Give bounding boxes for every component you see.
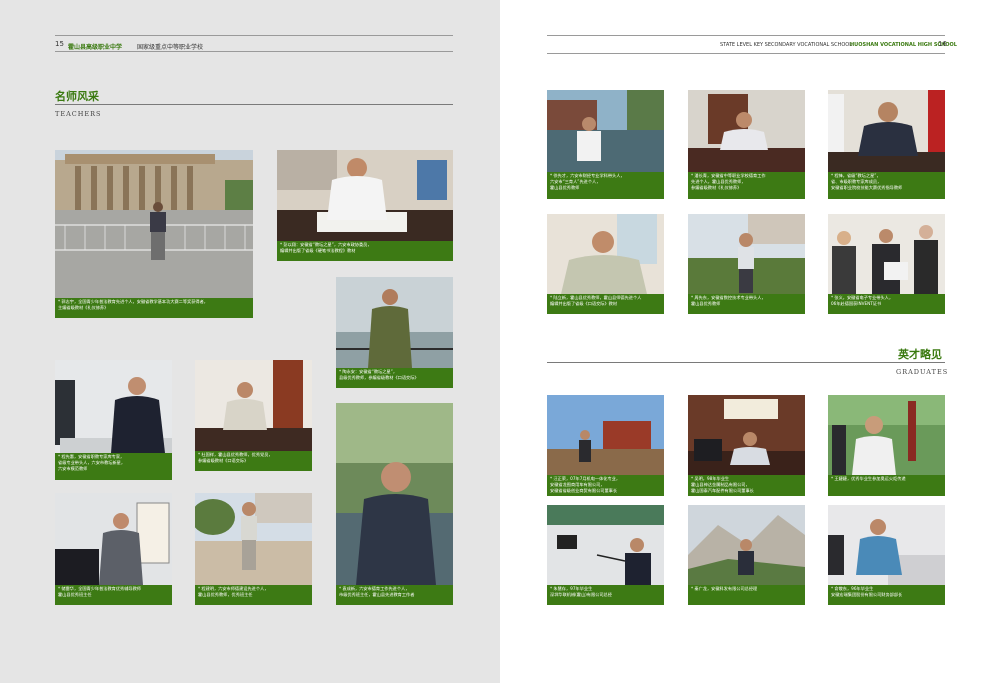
teacher-caption: * 程先惠，安徽省职教专家库专家， 省级专业带头人，六安市教坛新星， 六安市模范… xyxy=(55,453,172,480)
graduate-caption: * 俞敬东，96年毕业生 安徽宏瑞集团股份有限公司财务部部长 xyxy=(828,585,945,605)
section-rule xyxy=(55,104,453,105)
teacher-photo xyxy=(195,360,312,451)
teacher-caption: * 徐先才，六安市财经专业学科带头人， 六安市“三育人”先进个人， 霍山县优秀教… xyxy=(547,172,664,199)
caption-line: * 秦广龙，安徽科发有限公司总经理 xyxy=(691,586,758,591)
teacher-caption: * 周先东，安徽省数控技术专业带头人， 霍山县优秀教师 xyxy=(688,294,805,314)
caption-line: * 王婕婕，优秀毕业生参加奥运火炬传递 xyxy=(831,476,906,481)
teacher-card: * 程先惠，安徽省职教专家库专家， 省级专业带头人，六安市教坛新星， 六安市模范… xyxy=(55,360,172,480)
teacher-caption: * 杜国祥，霍山县优秀教师，优秀党员， 参编省级教材《口语交际》 xyxy=(195,451,312,471)
graduate-photo xyxy=(547,505,664,585)
teacher-card: * 彭以翔：安徽省“教坛之星”，六安市政协委员， 编辑并出版了省级《硬笔书法教程… xyxy=(277,150,453,261)
teacher-card: * 程锋，省级“教坛之星”， 省、市级职教专家库成员， 安徽省职业院校技能大赛优… xyxy=(828,90,945,199)
teacher-photo xyxy=(336,277,453,368)
teacher-caption: * 陆立新，霍山县优秀教师，霍山县师德先进个人 编辑并出版了省级《口语交际》教材 xyxy=(547,294,664,314)
graduate-caption: * 汪正荣，07年7月机电一体化专业， 安徽省龙图商用车有限公司， 安徽省省级创… xyxy=(547,475,664,496)
teacher-photo xyxy=(828,214,945,294)
graduate-card: * 朱慧存，97年毕业生 深圳华联机械(霍山)有限公司总经 xyxy=(547,505,664,605)
left-page: 15 霍山县高级职业中学 国家级重点中等职业学校 名师风采 TEACHERS *… xyxy=(0,0,500,683)
caption-line: 六安市模范教师 xyxy=(58,466,88,472)
teacher-photo xyxy=(336,403,453,585)
graduate-photo xyxy=(828,395,945,475)
teacher-caption: * 袁成新，六安市德育工作先进个人， 市级优秀班主任，霍山县先进教育工作者 xyxy=(336,585,453,605)
teacher-photo xyxy=(195,493,312,585)
caption-line: 霍山国泰汽车配件有限公司董事长 xyxy=(691,488,754,494)
graduate-caption: * 秦广龙，安徽科发有限公司总经理 xyxy=(688,585,805,605)
header-english: STATE LEVEL KEY SECONDARY VOCATIONAL SCH… xyxy=(720,42,853,48)
graduate-caption: * 朱慧存，97年毕业生 深圳华联机械(霍山)有限公司总经 xyxy=(547,585,664,605)
caption-line: 编辑并出版了省级《口语交际》教材 xyxy=(550,301,618,307)
header-rule-top xyxy=(547,35,945,36)
header-rule-top xyxy=(55,35,453,36)
school-name: 霍山县高级职业中学 xyxy=(68,44,123,51)
section-subtitle-graduates: GRADUATES xyxy=(896,368,949,376)
teacher-card: * 张义，安徽省电子专业带头人， 06年赴德国获INVENT证书 xyxy=(828,214,945,314)
teacher-caption: * 彭以翔：安徽省“教坛之星”，六安市政协委员， 编辑并出版了省级《硬笔书法教程… xyxy=(277,241,453,261)
section-subtitle-teachers: TEACHERS xyxy=(55,110,102,118)
teacher-photo xyxy=(688,90,805,172)
teacher-caption: * 程建明，六安市师德建设先进个人， 霍山县优秀教师，优秀班主任 xyxy=(195,585,312,605)
teacher-card: * 徐先才，六安市财经专业学科带头人， 六安市“三育人”先进个人， 霍山县优秀教… xyxy=(547,90,664,199)
teacher-photo xyxy=(55,360,172,453)
teacher-card: * 郭志宇，全国青少年普法教育先进个人，安徽省教学基本功大赛二等奖获得者， 主编… xyxy=(55,150,253,318)
caption-line: 参编省级教材《礼仪修养》 xyxy=(691,185,742,191)
school-tag: 国家级重点中等职业学校 xyxy=(137,44,204,51)
graduate-photo xyxy=(547,395,664,475)
header-rule-bottom xyxy=(55,51,453,52)
caption-line: 霍山县优秀班主任 xyxy=(58,592,92,598)
caption-line: 06年赴德国获INVENT证书 xyxy=(831,301,882,307)
teacher-card: * 陆立新，霍山县优秀教师，霍山县师德先进个人 编辑并出版了省级《口语交际》教材 xyxy=(547,214,664,314)
teacher-card: * 储雷华，全国青少年普法教育优秀辅导教师 霍山县优秀班主任 xyxy=(55,493,172,605)
graduate-photo xyxy=(688,395,805,475)
caption-line: 主编省级教材《礼仪修养》 xyxy=(58,305,109,311)
caption-line: 安徽省职业院校技能大赛优秀指导教师 xyxy=(831,185,903,191)
caption-line: 县级优秀教师，参编省级教材《口语交际》 xyxy=(339,375,419,381)
teacher-card: * 周先东，安徽省数控技术专业带头人， 霍山县优秀教师 xyxy=(688,214,805,314)
caption-line: 安徽宏瑞集团股份有限公司财务部部长 xyxy=(831,592,903,598)
caption-line: 编辑并出版了省级《硬笔书法教程》教材 xyxy=(280,248,356,254)
graduate-card: * 汪正荣，07年7月机电一体化专业， 安徽省龙图商用车有限公司， 安徽省省级创… xyxy=(547,395,664,496)
graduate-photo xyxy=(828,505,945,585)
graduate-photo xyxy=(688,505,805,585)
graduate-card: * 吴明，98年毕业生 霍山县神达金属制品有限公司， 霍山国泰汽车配件有限公司董… xyxy=(688,395,805,496)
graduate-card: * 秦广龙，安徽科发有限公司总经理 xyxy=(688,505,805,605)
section-title-teachers: 名师风采 xyxy=(55,90,99,103)
teacher-caption: * 陶永安：安徽省“教坛之星”， 县级优秀教师，参编省级教材《口语交际》 xyxy=(336,368,453,388)
teacher-caption: * 储雷华，全国青少年普法教育优秀辅导教师 霍山县优秀班主任 xyxy=(55,585,172,605)
caption-line: 参编省级教材《口语交际》 xyxy=(198,458,249,464)
teacher-caption: * 郭志宇，全国青少年普法教育先进个人，安徽省教学基本功大赛二等奖获得者， 主编… xyxy=(55,298,253,318)
teacher-photo xyxy=(688,214,805,294)
right-page: STATE LEVEL KEY SECONDARY VOCATIONAL SCH… xyxy=(500,0,1000,683)
caption-line: 霍山县优秀教师 xyxy=(691,301,721,307)
teacher-card: * 杜国祥，霍山县优秀教师，优秀党员， 参编省级教材《口语交际》 xyxy=(195,360,312,471)
teacher-photo xyxy=(547,90,664,172)
teacher-card: * 陶永安：安徽省“教坛之星”， 县级优秀教师，参编省级教材《口语交际》 xyxy=(336,277,453,388)
graduate-caption: * 吴明，98年毕业生 霍山县神达金属制品有限公司， 霍山国泰汽车配件有限公司董… xyxy=(688,475,805,496)
teacher-caption: * 程锋，省级“教坛之星”， 省、市级职教专家库成员， 安徽省职业院校技能大赛优… xyxy=(828,172,945,199)
graduate-caption: * 王婕婕，优秀毕业生参加奥运火炬传递 xyxy=(828,475,945,496)
caption-line: 安徽省省级创业商贸有限公司董事长 xyxy=(550,488,618,494)
teacher-card: * 袁成新，六安市德育工作先进个人， 市级优秀班主任，霍山县先进教育工作者 xyxy=(336,403,453,605)
graduate-card: * 俞敬东，96年毕业生 安徽宏瑞集团股份有限公司财务部部长 xyxy=(828,505,945,605)
section-rule xyxy=(547,362,945,363)
header-rule-bottom xyxy=(547,53,945,54)
teacher-caption: * 张义，安徽省电子专业带头人， 06年赴德国获INVENT证书 xyxy=(828,294,945,314)
page-number-right: 16 xyxy=(938,40,947,48)
teacher-card: * 程建明，六安市师德建设先进个人， 霍山县优秀教师，优秀班主任 xyxy=(195,493,312,605)
teacher-photo xyxy=(547,214,664,294)
page-number-left: 15 xyxy=(55,40,64,48)
teacher-card: * 潘长青，安徽省中等职业学校德育工作 先进个人，霍山县优秀教师， 参编省级教材… xyxy=(688,90,805,199)
caption-line: 深圳华联机械(霍山)有限公司总经 xyxy=(550,592,612,598)
teacher-caption: * 潘长青，安徽省中等职业学校德育工作 先进个人，霍山县优秀教师， 参编省级教材… xyxy=(688,172,805,199)
teacher-photo xyxy=(55,493,172,585)
section-title-graduates: 英才略见 xyxy=(898,348,942,361)
teacher-photo xyxy=(828,90,945,172)
caption-line: 霍山县优秀教师 xyxy=(550,185,580,191)
teacher-photo xyxy=(277,150,453,241)
teacher-photo xyxy=(55,150,253,298)
caption-line: 市级优秀班主任，霍山县先进教育工作者 xyxy=(339,592,415,598)
graduate-card: * 王婕婕，优秀毕业生参加奥运火炬传递 xyxy=(828,395,945,496)
caption-line: 霍山县优秀教师，优秀班主任 xyxy=(198,592,253,598)
